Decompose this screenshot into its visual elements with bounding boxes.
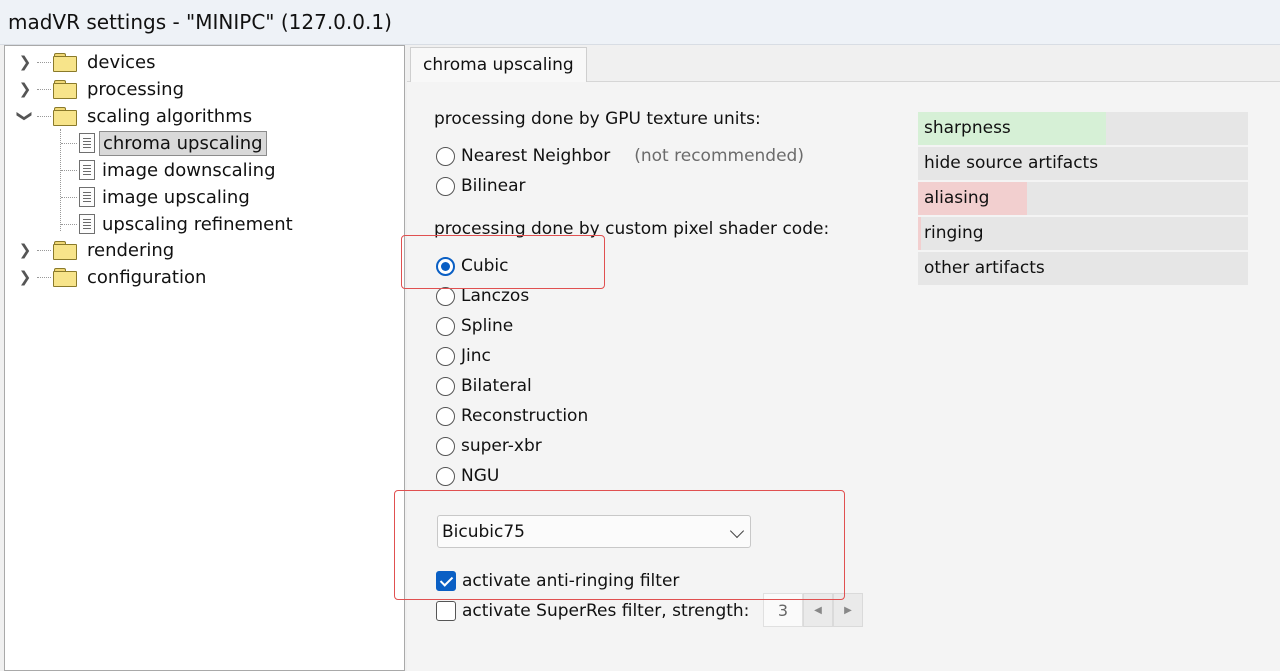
tab-strip: chroma upscaling bbox=[407, 45, 1280, 82]
radio-label: Spline bbox=[461, 316, 514, 336]
radio-button[interactable] bbox=[436, 146, 455, 166]
page-icon bbox=[79, 214, 95, 234]
quality-bar-fill bbox=[918, 217, 922, 250]
highlight-box-filter-settings bbox=[394, 490, 845, 600]
page-icon bbox=[79, 187, 95, 207]
quality-bar-label: ringing bbox=[924, 223, 984, 243]
tree-item-label: chroma upscaling bbox=[99, 130, 267, 156]
folder-icon bbox=[53, 53, 77, 72]
tree-item-chroma-upscaling[interactable]: chroma upscaling bbox=[61, 130, 267, 156]
radio-label: Bilateral bbox=[461, 376, 532, 396]
tree-item-label: upscaling refinement bbox=[102, 213, 293, 235]
tree-item-image-downscaling[interactable]: image downscaling bbox=[61, 157, 279, 183]
tree-item-label: processing bbox=[87, 78, 185, 100]
radio-button[interactable] bbox=[436, 176, 455, 196]
quality-bar: ringing bbox=[918, 217, 1248, 250]
quality-bar-label: aliasing bbox=[924, 188, 990, 208]
chevron-right-icon[interactable]: ❯ bbox=[17, 53, 33, 71]
gpu-section-label: processing done by GPU texture units: bbox=[434, 109, 761, 129]
chevron-right-icon[interactable]: ❯ bbox=[17, 80, 33, 98]
radio-label: Nearest Neighbor bbox=[461, 146, 611, 166]
radio-label: NGU bbox=[461, 466, 500, 486]
radio-nearest-neighbor[interactable]: Nearest Neighbor (not recommended) bbox=[436, 144, 804, 168]
radio-label: super-xbr bbox=[461, 436, 542, 456]
folder-open-icon bbox=[53, 107, 77, 126]
tree-item-image-upscaling[interactable]: image upscaling bbox=[61, 184, 253, 210]
highlight-box-cubic bbox=[401, 235, 605, 289]
folder-icon bbox=[53, 241, 77, 260]
radio-button[interactable] bbox=[436, 466, 455, 486]
folder-icon bbox=[53, 80, 77, 99]
radio-label: Bilinear bbox=[461, 176, 526, 196]
quality-bar: sharpness bbox=[918, 112, 1248, 145]
tree-item-upscaling-refinement[interactable]: upscaling refinement bbox=[61, 211, 296, 237]
checkbox-label: activate SuperRes filter, strength: bbox=[462, 601, 750, 621]
quality-bar-label: hide source artifacts bbox=[924, 153, 1099, 173]
radio-button[interactable] bbox=[436, 436, 455, 456]
superres-option[interactable]: activate SuperRes filter, strength: bbox=[436, 598, 749, 624]
radio-label: Reconstruction bbox=[461, 406, 589, 426]
chevron-right-icon[interactable]: ❯ bbox=[17, 268, 33, 286]
tree-item-label: image downscaling bbox=[102, 159, 276, 181]
radio-bilateral[interactable]: Bilateral bbox=[436, 374, 532, 398]
tree-item-devices[interactable]: ❯ devices bbox=[17, 49, 159, 75]
folder-icon bbox=[53, 268, 77, 287]
quality-bar: hide source artifacts bbox=[918, 147, 1248, 180]
quality-bar-label: other artifacts bbox=[924, 258, 1045, 278]
tree-item-label: scaling algorithms bbox=[87, 105, 253, 127]
quality-bar: aliasing bbox=[918, 182, 1248, 215]
not-recommended-note: (not recommended) bbox=[634, 146, 804, 166]
tree-item-label: devices bbox=[87, 51, 156, 73]
tab-chroma-upscaling[interactable]: chroma upscaling bbox=[410, 47, 587, 82]
window-title: madVR settings - "MINIPC" (127.0.0.1) bbox=[8, 10, 392, 34]
title-bar: madVR settings - "MINIPC" (127.0.0.1) bbox=[0, 0, 1280, 45]
tree-item-configuration[interactable]: ❯ configuration bbox=[17, 264, 209, 290]
chevron-down-icon[interactable]: ❯ bbox=[16, 108, 34, 124]
radio-jinc[interactable]: Jinc bbox=[436, 344, 491, 368]
tree-item-rendering[interactable]: ❯ rendering bbox=[17, 237, 177, 263]
quality-bar: other artifacts bbox=[918, 252, 1248, 285]
tree-item-processing[interactable]: ❯ processing bbox=[17, 76, 187, 102]
radio-ngu[interactable]: NGU bbox=[436, 464, 499, 488]
radio-super-xbr[interactable]: super-xbr bbox=[436, 434, 542, 458]
quality-bar-label: sharpness bbox=[924, 118, 1011, 138]
radio-button[interactable] bbox=[436, 376, 455, 396]
radio-spline[interactable]: Spline bbox=[436, 314, 513, 338]
superres-checkbox[interactable] bbox=[436, 601, 456, 621]
radio-label: Jinc bbox=[461, 346, 491, 366]
page-icon bbox=[79, 133, 95, 153]
tree-item-label: rendering bbox=[87, 239, 175, 261]
page-icon bbox=[79, 160, 95, 180]
radio-reconstruction[interactable]: Reconstruction bbox=[436, 404, 588, 428]
radio-button[interactable] bbox=[436, 316, 455, 336]
tree-item-label: image upscaling bbox=[102, 186, 250, 208]
settings-tree[interactable]: ❯ devices ❯ processing ❯ scaling algorit… bbox=[4, 45, 405, 671]
radio-button[interactable] bbox=[436, 406, 455, 426]
radio-bilinear[interactable]: Bilinear bbox=[436, 174, 525, 198]
chevron-right-icon[interactable]: ❯ bbox=[17, 241, 33, 259]
tree-item-label: configuration bbox=[87, 266, 207, 288]
radio-label: Lanczos bbox=[461, 286, 530, 306]
tree-item-scaling-algorithms[interactable]: ❯ scaling algorithms bbox=[16, 103, 255, 129]
radio-button[interactable] bbox=[436, 286, 455, 306]
radio-button[interactable] bbox=[436, 346, 455, 366]
